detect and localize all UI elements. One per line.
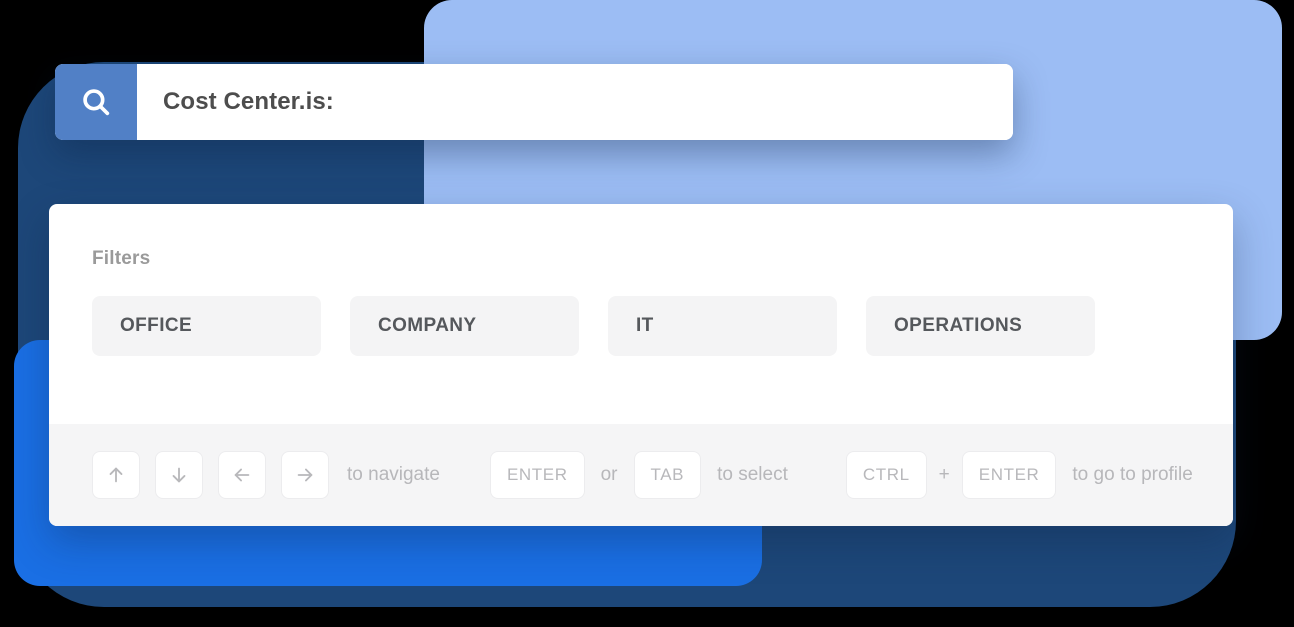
hint-select-label: to select (717, 464, 788, 485)
key-ctrl-profile[interactable]: CTRL (845, 451, 927, 499)
arrow-key-group (92, 451, 329, 499)
arrow-up-icon[interactable] (92, 451, 140, 499)
filters-section: Filters OFFICE COMPANY IT OPERATIONS (49, 204, 1233, 424)
hint-select-conjunction: or (600, 464, 618, 485)
key-enter-select[interactable]: ENTER (489, 451, 585, 499)
hint-profile-plus: + (938, 464, 950, 485)
arrow-down-icon[interactable] (155, 451, 203, 499)
filter-chip-company[interactable]: COMPANY (350, 296, 579, 356)
hint-profile: CTRL + ENTER to go to profile (845, 451, 1193, 499)
hint-navigate: to navigate (92, 451, 440, 499)
hint-select: ENTER or TAB to select (489, 451, 788, 499)
hint-navigate-label: to navigate (347, 464, 440, 485)
search-bar[interactable]: Cost Center.is: (55, 64, 1013, 140)
filters-heading: Filters (92, 248, 151, 269)
key-tab-select[interactable]: TAB (633, 451, 702, 499)
key-enter-profile[interactable]: ENTER (961, 451, 1057, 499)
search-input[interactable]: Cost Center.is: (137, 64, 1013, 140)
arrow-left-icon[interactable] (218, 451, 266, 499)
filter-chip-list: OFFICE COMPANY IT OPERATIONS (92, 296, 1190, 356)
keyboard-hint-bar: to navigate ENTER or TAB to select CTRL … (49, 424, 1233, 526)
search-icon[interactable] (55, 64, 137, 140)
arrow-right-icon[interactable] (281, 451, 329, 499)
filter-chip-it[interactable]: IT (608, 296, 837, 356)
screenshot-stage: Cost Center.is: Filters OFFICE COMPANY I… (0, 0, 1294, 627)
search-input-value: Cost Center.is: (163, 88, 334, 115)
filter-chip-operations[interactable]: OPERATIONS (866, 296, 1095, 356)
hint-profile-label: to go to profile (1072, 464, 1193, 485)
search-results-panel: Filters OFFICE COMPANY IT OPERATIONS to … (49, 204, 1233, 526)
filter-chip-office[interactable]: OFFICE (92, 296, 321, 356)
